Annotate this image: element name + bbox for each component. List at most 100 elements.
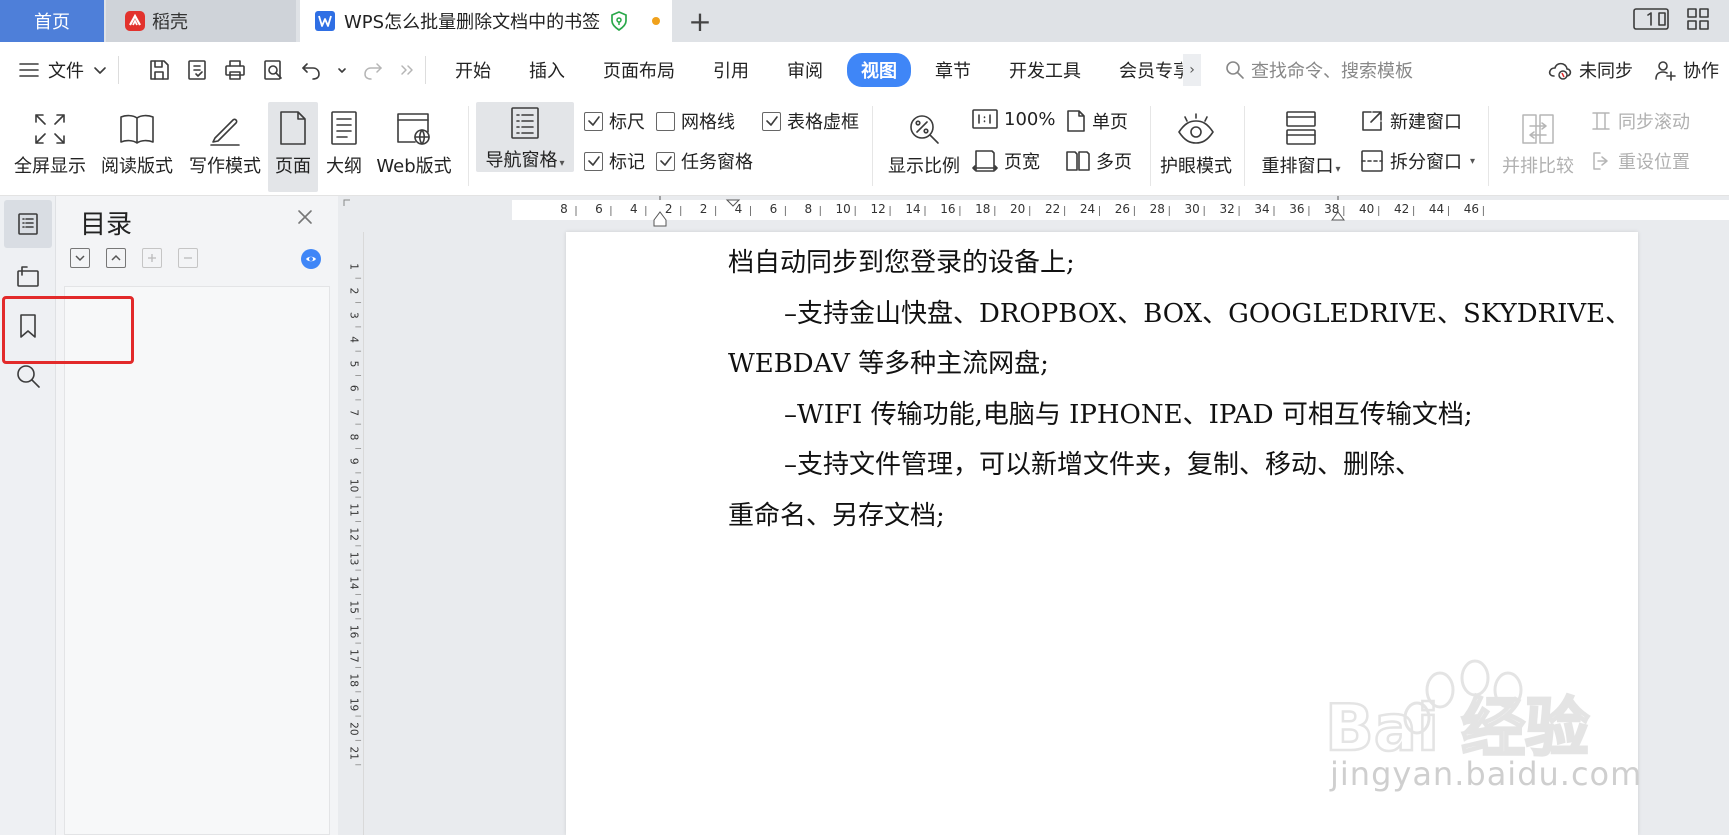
expand-all-button[interactable]	[70, 248, 90, 268]
demote-button[interactable]	[178, 248, 198, 268]
eye-care-button[interactable]: 护眼模式	[1156, 102, 1236, 178]
side-by-side-button[interactable]: 并排比较	[1496, 102, 1580, 178]
ruler-checkbox[interactable]: 标尺	[584, 108, 645, 134]
multi-page-button[interactable]: 多页	[1066, 148, 1132, 174]
horizontal-ruler[interactable]: 8 6 4 2 2 4 6 8 10 12 14 16 18 20 22 24 26 28 30 32 34 36 38 40…	[338, 196, 1729, 232]
table-gridlines-checkbox[interactable]: 表格虚框	[762, 108, 859, 134]
reading-layout-icon[interactable]	[1633, 6, 1669, 32]
new-tab-button[interactable]: +	[685, 0, 715, 42]
ruler-tick-label: 2	[700, 202, 708, 216]
marks-label: 标记	[609, 152, 645, 173]
print-icon[interactable]	[223, 58, 247, 82]
rearrange-windows-button[interactable]: 重排窗口 ▾	[1254, 102, 1348, 178]
tab-developer[interactable]: 开发工具	[995, 53, 1095, 87]
ruler-tick-label: 18	[975, 202, 990, 216]
tab-references[interactable]: 引用	[699, 53, 763, 87]
ruler-tick-label: 18	[347, 674, 359, 687]
document-line[interactable]: –WIFI 传输功能,电脑与 IPHONE、IPAD 可相互传输文档;	[728, 390, 1488, 441]
single-page-button[interactable]: 单页	[1066, 108, 1128, 134]
tab-home[interactable]: 首页	[0, 0, 104, 42]
save-icon[interactable]	[147, 58, 171, 82]
sync-button[interactable]: 未同步	[1547, 57, 1633, 83]
more-chevrons-icon[interactable]	[399, 62, 415, 78]
document-body[interactable]: 档自动同步到您登录的设备上; –支持金山快盘、DROPBOX、BOX、GOOGLE…	[728, 238, 1631, 542]
export-pdf-icon[interactable]	[185, 58, 209, 82]
chapter-panel-button[interactable]	[4, 252, 52, 300]
marks-checkbox[interactable]: 标记	[584, 148, 645, 174]
split-window-button[interactable]: 拆分窗口 ▾	[1360, 148, 1475, 174]
zoom-100-button[interactable]: 100%	[972, 108, 1055, 130]
document-line[interactable]: 档自动同步到您登录的设备上;	[728, 238, 1488, 289]
page-view-button[interactable]: 页面	[268, 102, 318, 192]
table-gridlines-check[interactable]	[762, 111, 781, 131]
gridlines-checkbox[interactable]: 网格线	[656, 108, 735, 134]
collapse-all-button[interactable]	[106, 248, 126, 268]
tab-daoke[interactable]: 稻壳	[106, 0, 296, 42]
writing-mode-button[interactable]: 写作模式	[184, 102, 266, 178]
add-user-icon	[1655, 61, 1676, 81]
ruler-tick-label: 17	[347, 649, 359, 662]
outline-icon	[331, 111, 357, 145]
document-line[interactable]: –支持金山快盘、DROPBOX、BOX、GOOGLEDRIVE、SKYDRIVE…	[728, 289, 1631, 340]
close-icon[interactable]	[296, 208, 314, 226]
nav-pane-button[interactable]: 导航窗格 ▾	[476, 102, 574, 172]
gridlines-label: 网格线	[681, 112, 735, 133]
divider	[1244, 106, 1245, 186]
document-line[interactable]: WEBDAV 等多种主流网盘;	[728, 339, 1488, 390]
fullscreen-button[interactable]: 全屏显示	[10, 102, 90, 178]
outline-view-button[interactable]: 大纲	[322, 102, 366, 178]
ruler-tick-label: 1	[348, 263, 360, 270]
page-width-button[interactable]: 页宽	[972, 148, 1040, 174]
tab-member[interactable]: 会员专享	[1105, 53, 1183, 87]
ai-assistant-icon[interactable]	[300, 248, 322, 270]
undo-dropdown-icon[interactable]	[337, 65, 347, 75]
tab-insert[interactable]: 插入	[515, 53, 579, 87]
collaborate-button[interactable]: 协作	[1653, 57, 1719, 83]
marks-check[interactable]	[584, 151, 603, 171]
web-layout-button[interactable]: Web版式	[372, 102, 456, 178]
grid-apps-icon[interactable]	[1685, 6, 1711, 32]
tab-chapter[interactable]: 章节	[921, 53, 985, 87]
promote-button[interactable]	[142, 248, 162, 268]
tab-review[interactable]: 审阅	[773, 53, 837, 87]
eye-care-label: 护眼模式	[1160, 156, 1232, 177]
undo-icon[interactable]	[299, 58, 323, 82]
reading-mode-button[interactable]: 阅读版式	[96, 102, 178, 178]
print-preview-icon[interactable]	[261, 58, 285, 82]
sync-scroll-icon	[1592, 112, 1610, 130]
document-line[interactable]: –支持文件管理，可以新增文件夹，复制、移动、删除、	[728, 440, 1488, 491]
sync-scroll-button[interactable]: 同步滚动	[1590, 108, 1690, 134]
ruler-tick-label: 20	[347, 722, 359, 736]
rearrange-label: 重排窗口 ▾	[1261, 156, 1341, 177]
tab-start[interactable]: 开始	[441, 53, 505, 87]
tabs-more-button[interactable]: ›	[1183, 54, 1201, 86]
quick-access-toolbar	[147, 58, 415, 82]
gridlines-check[interactable]	[656, 111, 675, 131]
divider	[118, 56, 119, 84]
tab-page-layout[interactable]: 页面布局	[589, 53, 689, 87]
vertical-ruler[interactable]: 123456789101112131415161718192021	[338, 232, 364, 835]
task-pane-check[interactable]	[656, 151, 675, 171]
toc-panel-button[interactable]	[4, 200, 52, 248]
ruler-tick-label: 32	[1219, 202, 1234, 216]
reset-position-button[interactable]: 重设位置	[1590, 148, 1690, 174]
multi-page-icon	[1066, 151, 1090, 171]
document-line[interactable]: 重命名、另存文档;	[728, 491, 1488, 542]
highlight-box	[2, 296, 134, 364]
redo-icon[interactable]	[361, 58, 385, 82]
new-window-button[interactable]: 新建窗口	[1360, 108, 1462, 134]
tab-view[interactable]: 视图	[847, 53, 911, 87]
ruler-corner-tab-icon[interactable]	[343, 199, 350, 206]
ruler-tick-label: 10	[836, 202, 851, 216]
task-pane-checkbox[interactable]: 任务窗格	[656, 148, 753, 174]
toc-list[interactable]	[64, 286, 330, 835]
zoom-button[interactable]: 显示比例	[884, 102, 964, 178]
ruler-check[interactable]	[584, 111, 603, 131]
cloud-sync-icon	[1548, 62, 1572, 80]
ruler-tick-label: 8	[560, 202, 568, 216]
ruler-tick-label: 13	[347, 552, 359, 565]
file-menu[interactable]: 文件	[18, 57, 108, 83]
ruler-tick-label: 36	[1289, 202, 1304, 216]
tab-document[interactable]: WPS怎么批量删除文档中的书签	[300, 0, 672, 42]
command-search[interactable]: 查找命令、搜索模板	[1225, 57, 1413, 83]
